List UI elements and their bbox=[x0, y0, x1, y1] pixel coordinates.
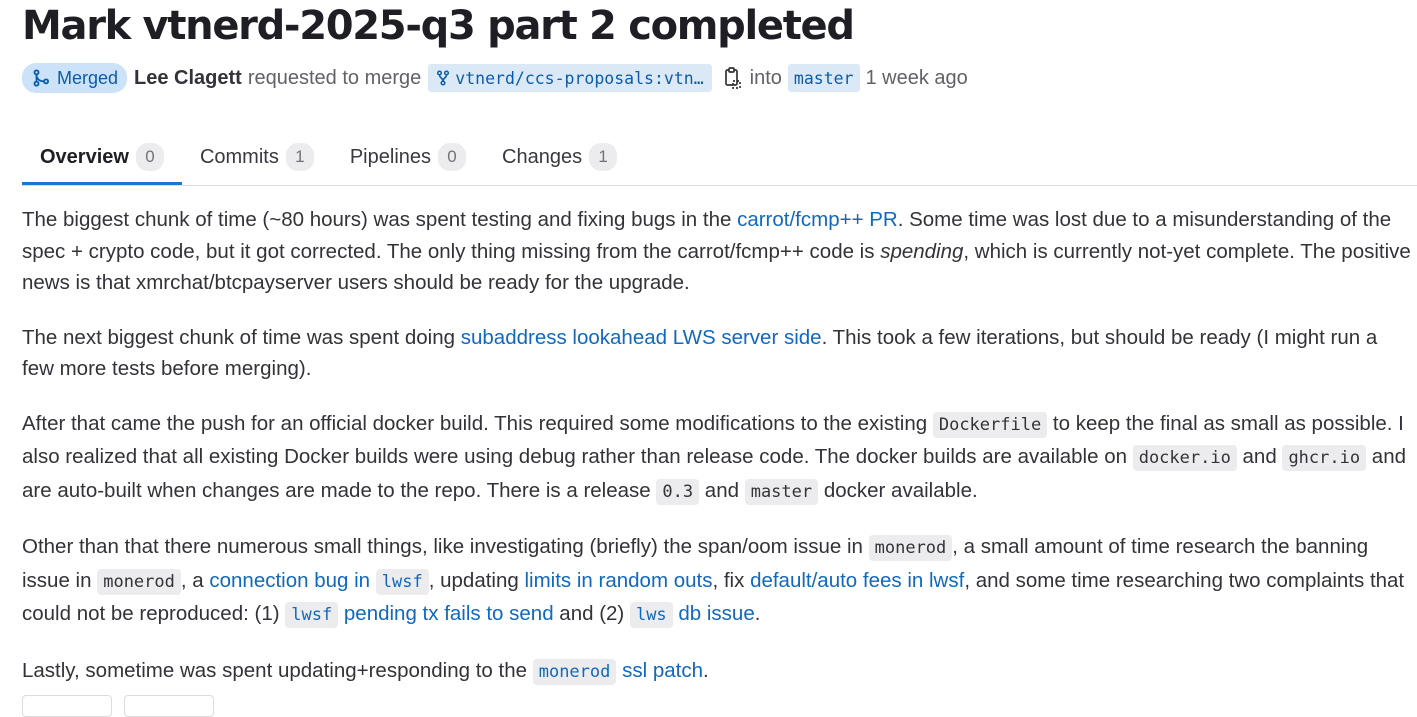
text: , updating bbox=[428, 568, 525, 592]
tab-count: 1 bbox=[285, 143, 314, 171]
inline-code: monerod bbox=[532, 658, 617, 685]
inline-code: 0.3 bbox=[656, 478, 700, 505]
text: docker available. bbox=[818, 478, 978, 502]
text: The next biggest chunk of time was spent… bbox=[22, 325, 461, 349]
copy-icon bbox=[724, 67, 741, 89]
inline-code: lwsf bbox=[285, 602, 339, 628]
inline-code: monerod bbox=[868, 535, 953, 561]
tab-count: 0 bbox=[135, 143, 164, 171]
tab-pipelines[interactable]: Pipelines 0 bbox=[332, 130, 484, 184]
text: Lastly, sometime was spent updating+resp… bbox=[22, 658, 533, 682]
merge-request-tabs: Overview 0 Commits 1 Pipelines 0 Changes… bbox=[22, 130, 1417, 186]
tab-label: Commits bbox=[199, 145, 279, 168]
ssl-patch-link[interactable]: monerod ssl patch bbox=[532, 658, 703, 685]
branch-icon bbox=[437, 70, 450, 86]
tab-count: 0 bbox=[438, 143, 467, 171]
link-text: db issue bbox=[672, 602, 755, 625]
emphasis: spending bbox=[880, 239, 964, 263]
tab-count: 1 bbox=[589, 143, 618, 171]
text: . bbox=[702, 658, 709, 682]
source-branch[interactable]: vtnerd/ccs-proposals:vtn… bbox=[428, 64, 712, 92]
paragraph-2: The next biggest chunk of time was spent… bbox=[22, 322, 1412, 385]
inline-code: Dockerfile bbox=[932, 411, 1048, 438]
default-auto-fees-link[interactable]: default/auto fees in lwsf bbox=[750, 569, 964, 592]
merge-request-meta: Merged Lee Clagett requested to merge vt… bbox=[22, 62, 968, 94]
tab-label: Pipelines bbox=[349, 145, 432, 168]
text: and bbox=[1236, 445, 1283, 468]
text: and bbox=[699, 478, 745, 502]
text: Other than that there numerous small thi… bbox=[22, 535, 869, 558]
reaction-button[interactable] bbox=[22, 695, 112, 717]
paragraph-4: Other than that there numerous small thi… bbox=[22, 531, 1412, 632]
merge-request-page: Mark vtnerd-2025-q3 part 2 completed Mer… bbox=[0, 0, 1417, 717]
tab-label: Overview bbox=[40, 145, 129, 168]
time-ago: 1 week ago bbox=[865, 66, 968, 89]
inline-code: master bbox=[744, 478, 819, 505]
pending-tx-link[interactable]: lwsf pending tx fails to send bbox=[285, 602, 554, 628]
inline-code: lws bbox=[629, 602, 673, 628]
tab-label: Changes bbox=[502, 145, 583, 168]
paragraph-3: After that came the push for an official… bbox=[22, 408, 1412, 509]
paragraph-1: The biggest chunk of time (~80 hours) wa… bbox=[22, 204, 1412, 299]
text: The biggest chunk of time (~80 hours) wa… bbox=[22, 208, 738, 231]
author-link[interactable]: Lee Clagett bbox=[134, 67, 242, 90]
inline-code: lwsf bbox=[375, 568, 429, 595]
text: and (2) bbox=[553, 602, 630, 625]
text: . bbox=[754, 602, 761, 625]
link-text: connection bug in bbox=[209, 568, 376, 592]
link-text: pending tx fails to send bbox=[338, 602, 554, 625]
status-badge-label: Merged bbox=[57, 67, 119, 88]
copy-branch-button[interactable] bbox=[724, 67, 742, 89]
subaddress-lookahead-link[interactable]: subaddress lookahead LWS server side bbox=[461, 326, 822, 349]
status-badge: Merged bbox=[22, 63, 128, 93]
db-issue-link[interactable]: lws db issue bbox=[629, 602, 755, 628]
paragraph-5: Lastly, sometime was spent updating+resp… bbox=[22, 655, 1412, 689]
link-text: ssl patch bbox=[616, 658, 703, 682]
connection-bug-link[interactable]: connection bug in lwsf bbox=[209, 568, 429, 595]
text: , a bbox=[180, 568, 210, 592]
tab-changes[interactable]: Changes 1 bbox=[484, 130, 635, 184]
tab-commits[interactable]: Commits 1 bbox=[182, 130, 332, 184]
reaction-button[interactable] bbox=[124, 695, 214, 717]
text: , fix bbox=[712, 568, 751, 592]
page-title: Mark vtnerd-2025-q3 part 2 completed bbox=[22, 3, 855, 49]
description: The biggest chunk of time (~80 hours) wa… bbox=[22, 204, 1412, 711]
source-branch-label: vtnerd/ccs-proposals:vtn… bbox=[455, 68, 704, 88]
merge-icon bbox=[33, 69, 49, 87]
carrot-fcmp-pr-link[interactable]: carrot/fcmp++ PR bbox=[737, 208, 898, 231]
inline-code: monerod bbox=[97, 568, 181, 595]
inline-code: docker.io bbox=[1132, 445, 1237, 471]
target-branch[interactable]: master bbox=[787, 64, 860, 92]
into-text: into bbox=[749, 66, 782, 89]
tab-overview[interactable]: Overview 0 bbox=[22, 130, 182, 185]
text: After that came the push for an official… bbox=[22, 411, 933, 435]
action-text: requested to merge bbox=[247, 66, 422, 89]
limits-random-outs-link[interactable]: limits in random outs bbox=[524, 569, 712, 592]
inline-code: ghcr.io bbox=[1282, 445, 1367, 471]
